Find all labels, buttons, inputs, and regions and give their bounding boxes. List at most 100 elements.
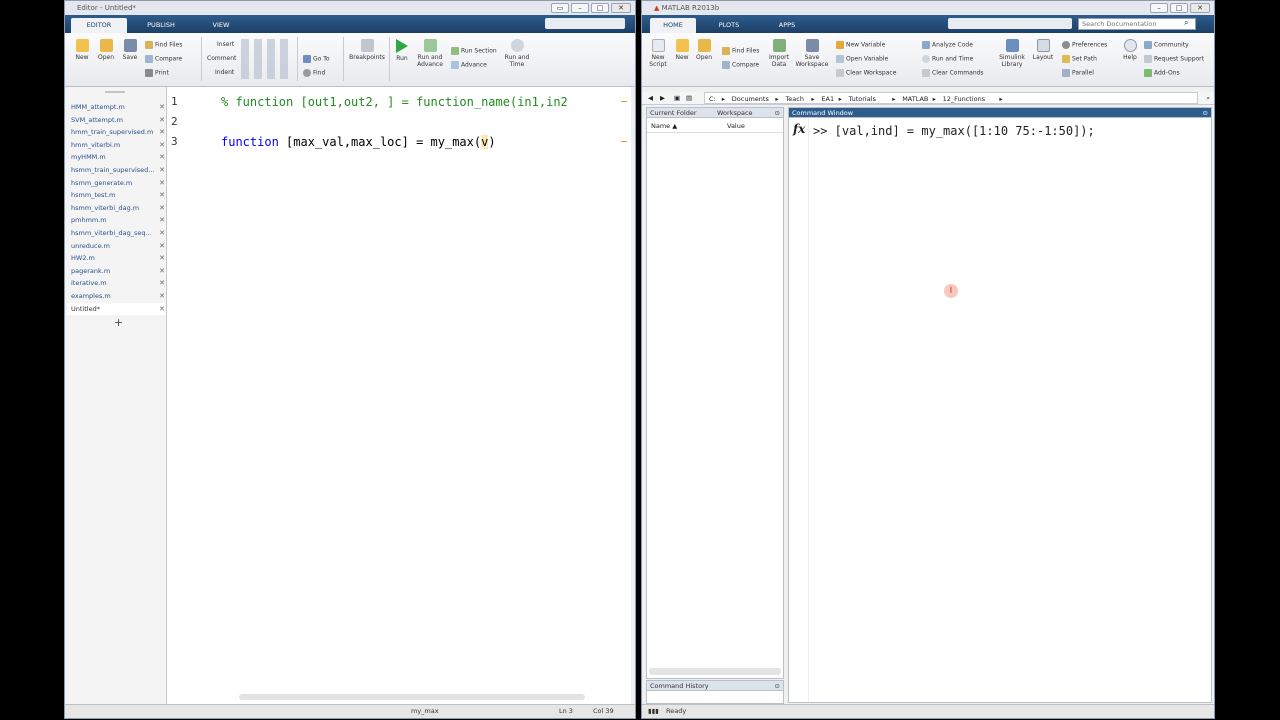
- maximize-button[interactable]: □: [591, 3, 609, 13]
- code-line-1[interactable]: % function [out1,out2, ] = function_name…: [221, 95, 568, 109]
- browse-icon[interactable]: ▤: [686, 92, 692, 105]
- file-tab[interactable]: SVM_attempt.m ✕: [71, 114, 165, 126]
- layout-button[interactable]: Layout: [1032, 39, 1054, 61]
- file-tab[interactable]: examples.m ✕: [71, 290, 165, 302]
- save-button[interactable]: Save: [119, 39, 141, 61]
- panel-menu-icon[interactable]: ⊙: [775, 108, 780, 118]
- new-button[interactable]: New: [672, 39, 692, 61]
- file-tab[interactable]: hsmm_viterbi_dag.m ✕: [71, 202, 165, 214]
- open-button[interactable]: Open: [694, 39, 714, 61]
- file-tab[interactable]: hsmm_viterbi_dag_seq... ✕: [71, 227, 165, 239]
- close-tab-icon[interactable]: ✕: [159, 277, 165, 289]
- breadcrumb-item[interactable]: Tutorials: [849, 93, 876, 106]
- file-tab[interactable]: pagerank.m ✕: [71, 265, 165, 277]
- new-button[interactable]: New: [71, 39, 93, 61]
- new-variable-button[interactable]: New Variable: [836, 41, 885, 49]
- print-button[interactable]: Print: [145, 69, 169, 77]
- file-tab[interactable]: iterative.m ✕: [71, 277, 165, 289]
- breadcrumb-item[interactable]: C:: [709, 93, 716, 106]
- breadcrumb-item[interactable]: Documents: [732, 93, 769, 106]
- file-tab[interactable]: hsmm_test.m ✕: [71, 189, 165, 201]
- tab-home[interactable]: HOME: [650, 18, 696, 33]
- tab-workspace[interactable]: Workspace: [717, 108, 753, 118]
- close-tab-icon[interactable]: ✕: [159, 177, 165, 189]
- run-and-time-button[interactable]: Run and Time: [922, 55, 973, 63]
- back-icon[interactable]: ◀: [648, 92, 653, 105]
- import-data-button[interactable]: Import Data: [766, 39, 792, 68]
- run-and-advance-button[interactable]: Run and Advance: [415, 39, 445, 68]
- command-line[interactable]: >> [val,ind] = my_max([1:10 75:-1:50]);: [813, 124, 1095, 138]
- run-section-button[interactable]: Run Section: [451, 47, 497, 55]
- file-tab[interactable]: hmm_viterbi.m ✕: [71, 139, 165, 151]
- file-tab[interactable]: pmhmm.m ✕: [71, 214, 165, 226]
- simulink-library-button[interactable]: Simulink Library: [998, 39, 1026, 68]
- close-tab-icon[interactable]: ✕: [159, 252, 165, 264]
- open-button[interactable]: Open: [95, 39, 117, 61]
- go-to-button[interactable]: Go To: [303, 55, 330, 63]
- breakpoints-button[interactable]: Breakpoints: [347, 39, 387, 61]
- open-variable-button[interactable]: Open Variable: [836, 55, 888, 63]
- close-tab-icon[interactable]: ✕: [159, 101, 165, 113]
- file-tab[interactable]: myHMM.m ✕: [71, 151, 165, 163]
- community-button[interactable]: Community: [1144, 41, 1189, 49]
- tab-current-folder[interactable]: Current Folder: [650, 109, 697, 117]
- indent-button[interactable]: Indent: [215, 69, 234, 76]
- undock-button[interactable]: ▭: [551, 3, 569, 13]
- file-list-grip[interactable]: [105, 91, 125, 93]
- col-name[interactable]: Name ▲: [651, 122, 677, 130]
- comment-button[interactable]: Comment: [207, 55, 236, 62]
- forward-icon[interactable]: ▶: [660, 92, 665, 105]
- close-tab-icon[interactable]: ✕: [159, 240, 165, 252]
- add-file-tab-button[interactable]: +: [114, 316, 123, 329]
- panel-menu-icon[interactable]: ⊙: [775, 681, 780, 691]
- parallel-button[interactable]: Parallel: [1062, 69, 1094, 77]
- breadcrumb-item[interactable]: 12_Functions: [943, 93, 986, 106]
- close-tab-icon[interactable]: ✕: [159, 303, 165, 315]
- file-tab[interactable]: unreduce.m ✕: [71, 240, 165, 252]
- new-script-button[interactable]: New Script: [646, 39, 670, 68]
- advance-button[interactable]: Advance: [451, 61, 487, 69]
- horizontal-scrollbar[interactable]: [649, 668, 781, 675]
- tab-apps[interactable]: APPS: [764, 18, 810, 33]
- compare-button[interactable]: Compare: [145, 55, 182, 63]
- file-tab[interactable]: hsmm_train_supervised... ✕: [71, 164, 165, 176]
- maximize-button[interactable]: □: [1170, 3, 1188, 13]
- close-tab-icon[interactable]: ✕: [159, 139, 165, 151]
- breadcrumb-item[interactable]: Teach: [785, 93, 804, 106]
- minimize-button[interactable]: –: [1150, 3, 1168, 13]
- run-and-time-button[interactable]: Run and Time: [501, 39, 533, 68]
- close-tab-icon[interactable]: ✕: [159, 265, 165, 277]
- tab-plots[interactable]: PLOTS: [706, 18, 752, 33]
- find-files-button[interactable]: Find Files: [145, 41, 182, 49]
- tab-editor[interactable]: EDITOR: [71, 18, 127, 33]
- breadcrumb-item[interactable]: EA1: [821, 93, 834, 106]
- find-files-button[interactable]: Find Files: [722, 47, 759, 55]
- close-tab-icon[interactable]: ✕: [159, 227, 165, 239]
- compare-button[interactable]: Compare: [722, 61, 759, 69]
- clear-commands-button[interactable]: Clear Commands: [922, 69, 984, 77]
- close-tab-icon[interactable]: ✕: [159, 202, 165, 214]
- command-window[interactable]: Command Window ⊙ fx >> [val,ind] = my_ma…: [788, 107, 1212, 703]
- run-button[interactable]: Run: [391, 39, 413, 62]
- close-tab-icon[interactable]: ✕: [159, 164, 165, 176]
- close-tab-icon[interactable]: ✕: [159, 290, 165, 302]
- find-button[interactable]: Find: [303, 69, 325, 77]
- close-tab-icon[interactable]: ✕: [159, 114, 165, 126]
- request-support-button[interactable]: Request Support: [1144, 55, 1204, 63]
- code-line-3[interactable]: function [max_val,max_loc] = my_max(v): [221, 135, 496, 149]
- close-tab-icon[interactable]: ✕: [159, 214, 165, 226]
- file-tab[interactable]: HMM_attempt.m ✕: [71, 101, 165, 113]
- set-path-button[interactable]: Set Path: [1062, 55, 1097, 63]
- search-documentation-input[interactable]: [1078, 18, 1196, 30]
- panel-menu-icon[interactable]: ⊙: [1203, 108, 1208, 118]
- clear-workspace-button[interactable]: Clear Workspace: [836, 69, 896, 77]
- save-workspace-button[interactable]: Save Workspace: [794, 39, 830, 68]
- close-button[interactable]: ✕: [1190, 3, 1210, 13]
- code-editor[interactable]: % function [out1,out2, ] = function_name…: [193, 87, 631, 704]
- search-icon[interactable]: ⌕: [1184, 18, 1188, 28]
- add-ons-button[interactable]: Add-Ons: [1144, 69, 1180, 77]
- close-tab-icon[interactable]: ✕: [159, 126, 165, 138]
- file-tab[interactable]: hmm_train_supervised.m ✕: [71, 126, 165, 138]
- file-tab[interactable]: hsmm_generate.m ✕: [71, 177, 165, 189]
- file-tab[interactable]: Untitled* ✕: [67, 302, 165, 315]
